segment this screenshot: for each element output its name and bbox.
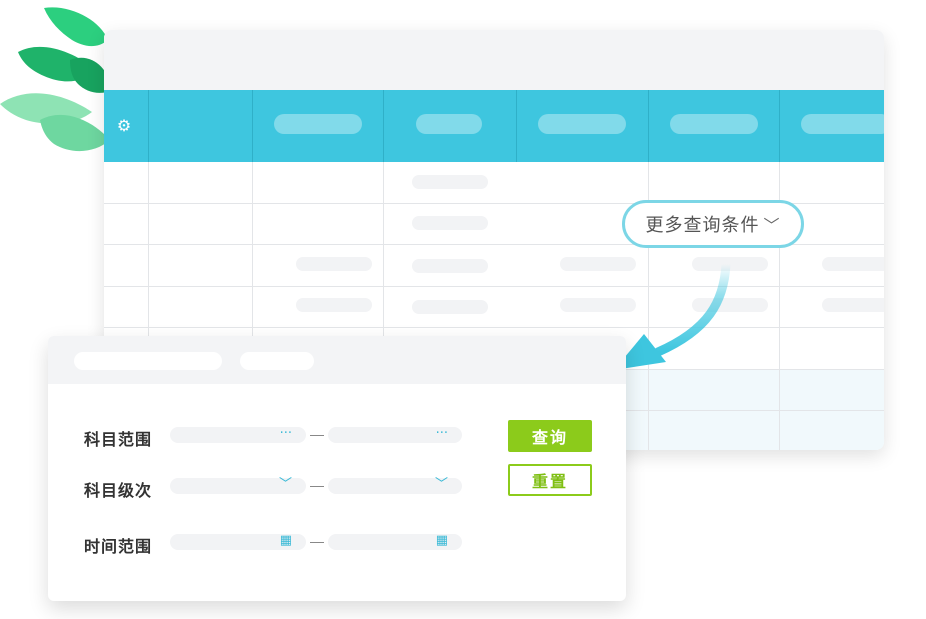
chevron-down-icon[interactable]: ﹀ [279,476,292,494]
header-divider [779,90,780,162]
range-separator [310,486,324,487]
table-toolbar [104,30,884,90]
cell-placeholder [412,300,488,314]
time-range-end-input[interactable]: ▦ [328,532,462,550]
calendar-icon[interactable]: ▦ [280,532,292,550]
cell-placeholder [296,298,372,312]
table-header: ⚙ [104,90,884,162]
time-range-start-input[interactable]: ▦ [170,532,306,550]
header-divider [648,90,649,162]
more-filters-toggle[interactable]: 更多查询条件 ﹀ [622,200,804,248]
time-range-label: 时间范围 [84,537,153,556]
column-header-placeholder [416,114,482,134]
header-placeholder [240,352,314,370]
cell-placeholder [296,257,372,271]
subject-level-label: 科目级次 [84,481,153,500]
ellipsis-icon[interactable]: ··· [436,425,448,443]
header-divider [383,90,384,162]
cell-placeholder [412,216,488,230]
range-separator [310,542,324,543]
subject-level-from-select[interactable]: ﹀ [170,476,306,494]
range-separator [310,435,324,436]
query-panel-header [48,336,626,384]
more-filters-label: 更多查询条件 [645,215,760,236]
row-divider [104,327,884,328]
reset-button[interactable]: 重置 [508,464,592,496]
calendar-icon[interactable]: ▦ [436,532,448,550]
ellipsis-icon[interactable]: ··· [280,425,292,443]
cell-placeholder [822,257,884,271]
cell-placeholder [822,298,884,312]
chevron-down-icon[interactable]: ﹀ [435,476,448,494]
header-divider [516,90,517,162]
header-divider [148,90,149,162]
cell-placeholder [412,175,488,189]
header-placeholder [74,352,222,370]
column-header-placeholder [538,114,626,134]
subject-level-to-select[interactable]: ﹀ [328,476,462,494]
column-header-placeholder [801,114,884,134]
column-header-placeholder [274,114,362,134]
row-divider [104,286,884,287]
cell-placeholder [412,259,488,273]
header-divider [252,90,253,162]
gear-icon[interactable]: ⚙ [114,116,134,136]
query-button[interactable]: 查询 [508,420,592,452]
column-header-placeholder [670,114,758,134]
chevron-down-icon: ﹀ [763,216,781,235]
query-panel: 科目范围 ··· ··· 科目级次 ﹀ ﹀ 时间范围 ▦ ▦ 查询 重置 [48,336,626,601]
subject-range-from-input[interactable]: ··· [170,425,306,443]
subject-range-to-input[interactable]: ··· [328,425,462,443]
subject-range-label: 科目范围 [84,430,153,449]
